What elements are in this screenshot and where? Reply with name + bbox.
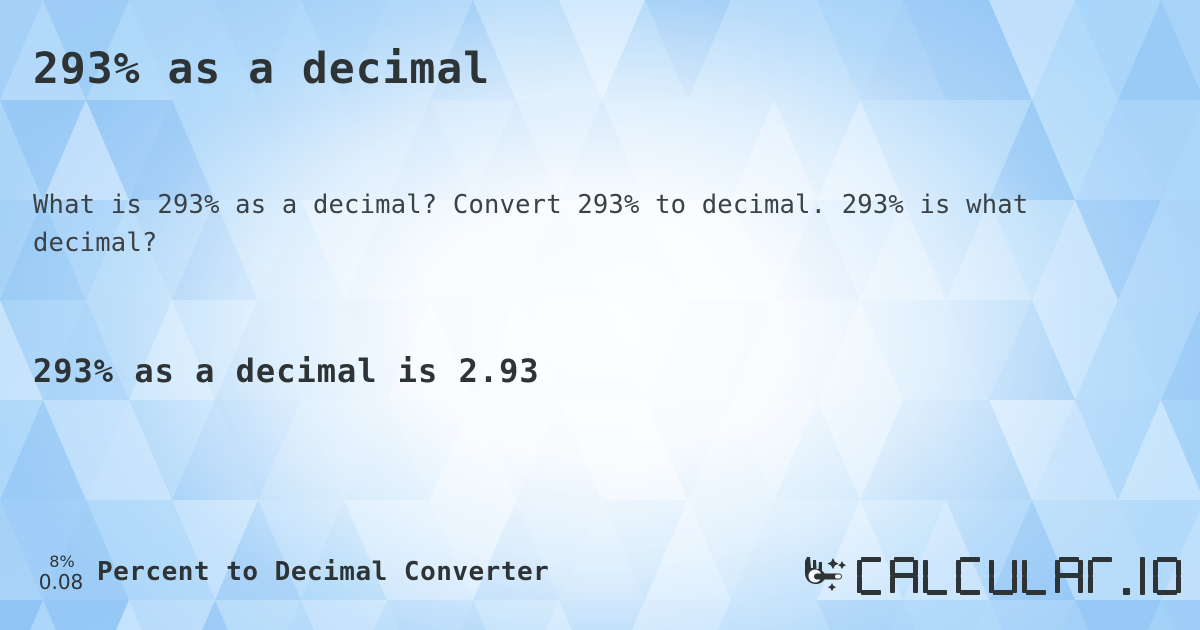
brand-letter-c [857, 557, 885, 595]
brand-wordmark [857, 551, 1186, 595]
footer-converter-title: Percent to Decimal Converter [97, 557, 550, 587]
footer: 8% 0.08 Percent to Decimal Converter [0, 548, 1200, 603]
brand-logo[interactable] [795, 549, 1186, 597]
answer-statement: 293% as a decimal is 2.93 [33, 352, 540, 390]
brand-letter-a [890, 557, 918, 595]
brand-letter-u [989, 557, 1017, 595]
footer-left-group: 8% 0.08 Percent to Decimal Converter [33, 548, 549, 596]
og-image-card: 293% as a decimal What is 293% as a deci… [0, 0, 1200, 630]
page-description: What is 293% as a decimal? Convert 293% … [33, 190, 1029, 258]
brand-letter-l [923, 557, 951, 595]
brand-letter-t [1088, 557, 1116, 595]
page-title: 293% as a decimal [33, 44, 491, 94]
percent-to-decimal-icon-bottom-label: 0.08 [38, 570, 84, 594]
brand-letter-c [956, 557, 984, 595]
brand-letter-l [1022, 557, 1050, 595]
brand-letter-dot [1121, 557, 1132, 595]
brand-letter-i [1137, 557, 1148, 595]
brand-letter-o [1153, 557, 1181, 595]
percent-to-decimal-icon: 8% 0.08 [33, 552, 89, 594]
magic-wand-hand-icon [805, 557, 847, 592]
brand-letter-a [1055, 557, 1083, 595]
percent-to-decimal-icon-top-label: 8% [49, 552, 75, 571]
